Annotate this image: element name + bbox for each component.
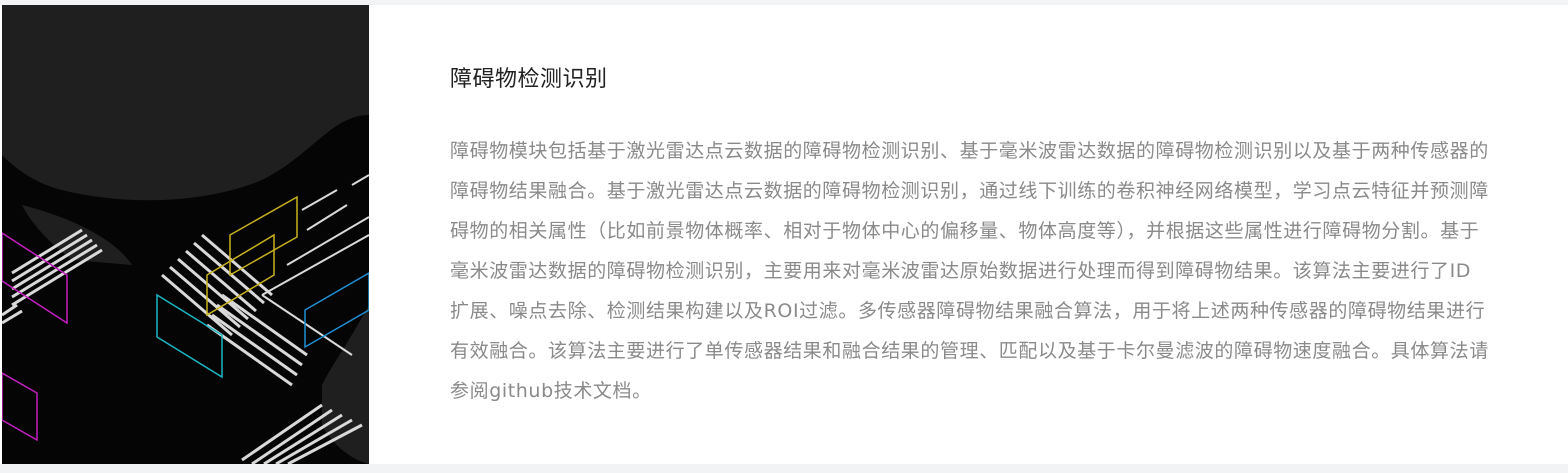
feature-card: 障碍物检测识别 障碍物模块包括基于激光雷达点云数据的障碍物检测识别、基于毫米波雷…	[0, 5, 1568, 464]
section-description: 障碍物模块包括基于激光雷达点云数据的障碍物检测识别、基于毫米波雷达数据的障碍物检…	[450, 140, 1489, 402]
intersection-scene-image	[2, 5, 369, 464]
feature-content: 障碍物检测识别 障碍物模块包括基于激光雷达点云数据的障碍物检测识别、基于毫米波雷…	[450, 65, 1490, 411]
obstacle-detection-illustration	[2, 5, 369, 464]
section-title: 障碍物检测识别	[450, 67, 608, 92]
